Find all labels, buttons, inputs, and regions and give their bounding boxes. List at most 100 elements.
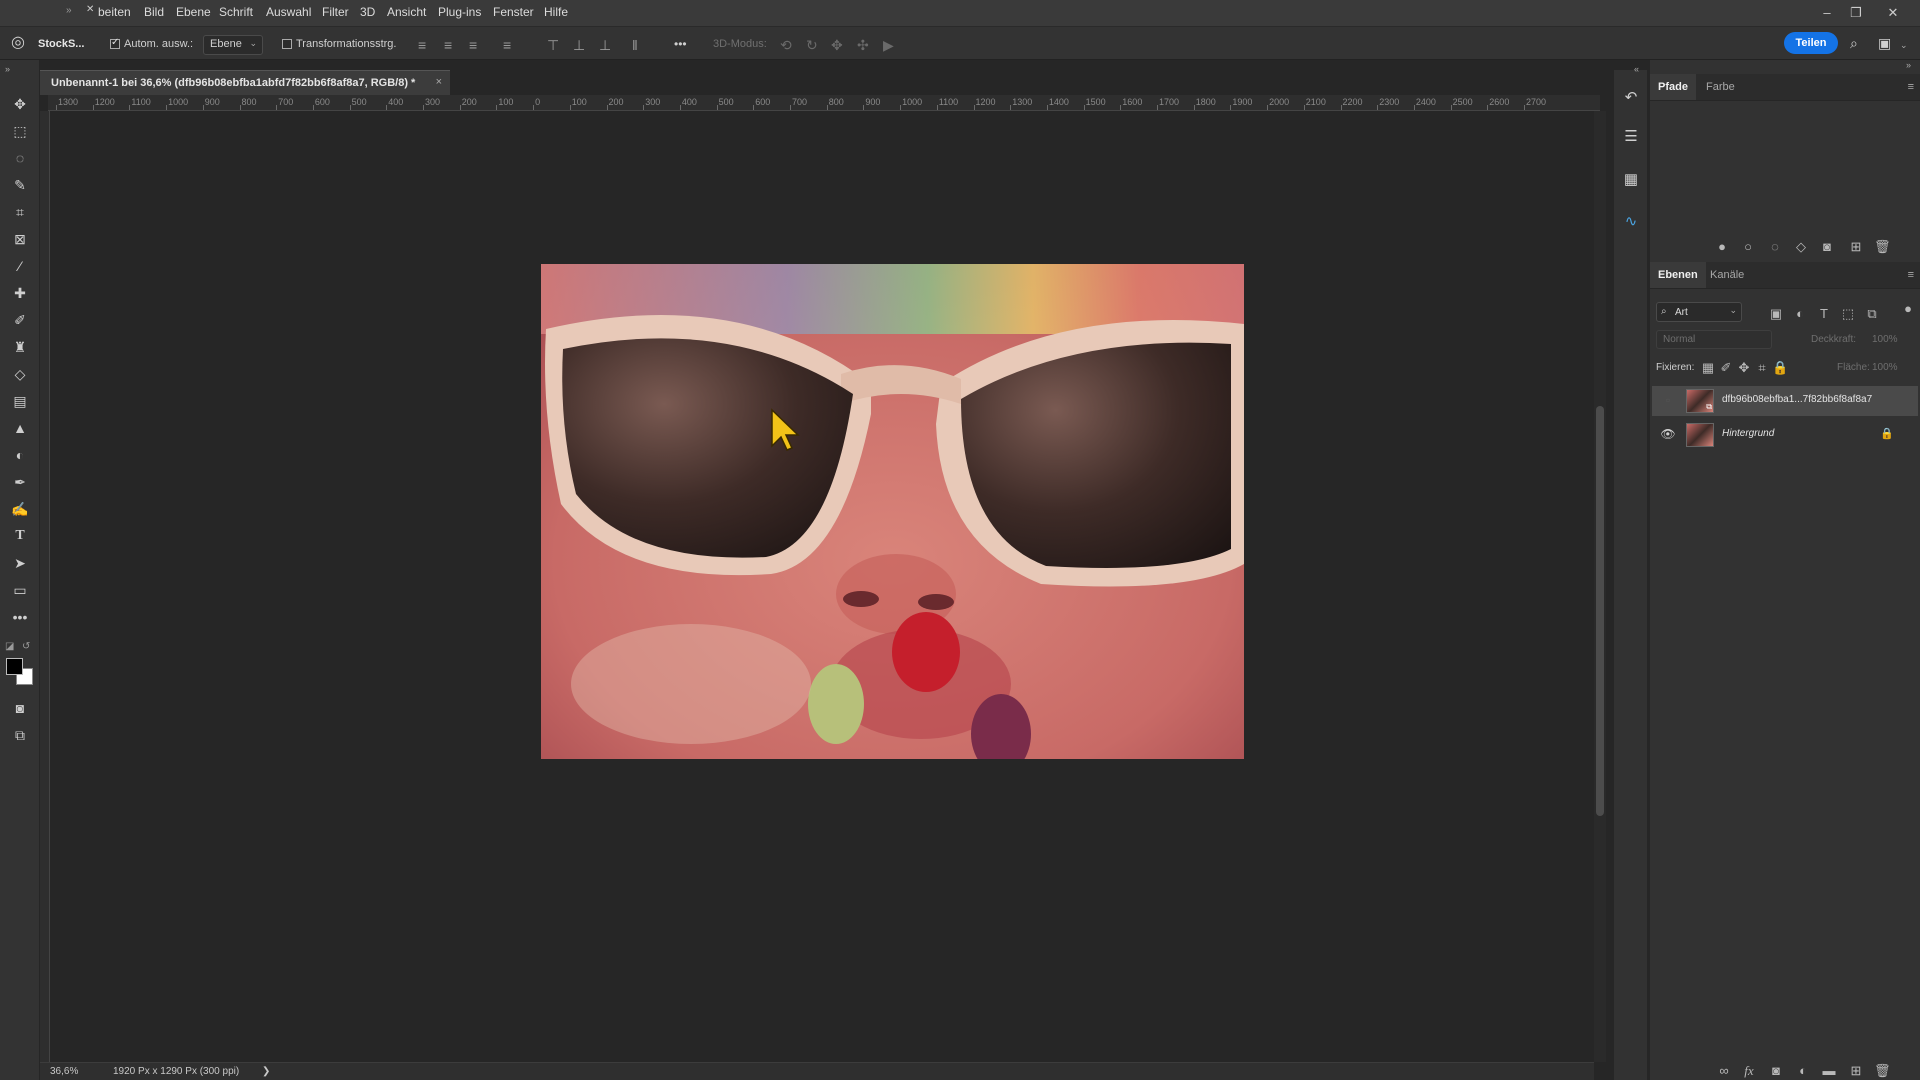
collapse-panels-icon[interactable]: « — [1634, 62, 1639, 76]
vertical-scrollbar[interactable] — [1594, 111, 1606, 1062]
properties-icon[interactable]: ▦ — [1620, 169, 1642, 191]
default-colors-icon[interactable]: ◪ — [5, 640, 14, 654]
type-tool-icon[interactable]: T — [8, 525, 32, 547]
menu-window[interactable]: Fenster — [493, 5, 534, 19]
layer-filter-dropdown[interactable]: ⌕ Art ⌄ — [1656, 302, 1742, 322]
new-adjustment-icon[interactable]: ◐ — [1795, 1064, 1811, 1077]
close-document-icon[interactable]: × — [436, 76, 442, 88]
menu-plugins[interactable]: Plug-ins — [438, 5, 481, 19]
dodge-tool-icon[interactable]: ◐ — [8, 444, 32, 466]
3d-slide-icon[interactable]: ✣ — [857, 38, 869, 52]
auto-select-target-dropdown[interactable]: Ebene ⌄ — [203, 35, 263, 55]
menu-image[interactable]: Bild — [144, 5, 164, 19]
more-tools-icon[interactable]: ••• — [8, 606, 32, 628]
menu-select[interactable]: Auswahl — [266, 5, 311, 19]
menu-layer[interactable]: Ebene — [176, 5, 211, 19]
menu-help[interactable]: Hilfe — [544, 5, 568, 19]
fill-path-icon[interactable]: ● — [1714, 240, 1730, 253]
pen-tool-icon[interactable]: ✒ — [8, 471, 32, 493]
quick-select-tool-icon[interactable]: ✎ — [8, 174, 32, 196]
tab-layers[interactable]: Ebenen — [1650, 262, 1706, 288]
delete-path-icon[interactable]: 🗑 — [1874, 240, 1891, 253]
lock-artboard-icon[interactable]: ⌗ — [1754, 361, 1770, 374]
workspace-icon[interactable]: ▣ — [1878, 36, 1891, 50]
lock-transparency-icon[interactable]: ▦ — [1700, 361, 1716, 374]
search-icon[interactable]: ⌕ — [1850, 36, 1858, 50]
new-layer-icon[interactable]: ⊞ — [1848, 1064, 1864, 1077]
new-path-icon[interactable]: ⊞ — [1848, 240, 1864, 253]
blend-mode-dropdown[interactable]: Normal — [1656, 330, 1772, 349]
zoom-level[interactable]: 36,6% — [50, 1066, 78, 1077]
new-group-icon[interactable]: ▬ — [1821, 1064, 1837, 1077]
filter-shape-icon[interactable]: ⬚ — [1840, 307, 1856, 320]
menu-type[interactable]: Schrift — [219, 5, 253, 19]
screen-mode-icon[interactable]: ⧉ — [8, 724, 32, 746]
history-icon[interactable]: ↶ — [1620, 87, 1642, 109]
close-panel-icon[interactable]: ✕ — [86, 3, 94, 17]
add-layer-mask-icon[interactable]: ◙ — [1768, 1064, 1784, 1077]
eraser-tool-icon[interactable]: ◇ — [8, 363, 32, 385]
collapse-arrows-icon[interactable]: » — [66, 4, 72, 18]
sharpen-tool-icon[interactable]: ▲ — [8, 417, 32, 439]
stamp-tool-icon[interactable]: ♜ — [8, 336, 32, 358]
more-options-button[interactable]: ••• — [674, 37, 687, 51]
swap-colors-icon[interactable]: ↺ — [22, 640, 30, 654]
distribute-vertical-icon[interactable]: ‖ — [632, 38, 638, 52]
link-layers-icon[interactable]: ∞ — [1716, 1064, 1732, 1077]
lock-pixels-icon[interactable]: ✐ — [1718, 361, 1734, 374]
3d-orbit-icon[interactable]: ⟲ — [780, 38, 792, 52]
visibility-toggle-off[interactable]: ▫ — [1660, 393, 1676, 407]
lock-all-icon[interactable]: 🔒 — [1772, 361, 1788, 374]
stroke-path-icon[interactable]: ○ — [1740, 240, 1756, 253]
app-label[interactable]: StockS... — [38, 38, 84, 50]
make-workpath-icon[interactable]: ◇ — [1793, 240, 1809, 253]
eyedropper-tool-icon[interactable]: ⁄ — [8, 255, 32, 277]
workspace-chevron-icon[interactable]: ⌄ — [1900, 38, 1908, 52]
freeform-pen-tool-icon[interactable]: ✍ — [8, 498, 32, 520]
add-mask-icon[interactable]: ◙ — [1819, 240, 1835, 253]
foreground-color-swatch[interactable] — [6, 658, 23, 675]
fill-value[interactable]: 100% — [1872, 362, 1898, 373]
filter-adjustment-icon[interactable]: ◐ — [1792, 307, 1808, 320]
share-button[interactable]: Teilen — [1784, 32, 1838, 54]
layer-style-icon[interactable]: fx — [1741, 1064, 1757, 1077]
align-middle-icon[interactable]: ⊥ — [573, 38, 585, 52]
layer-row-smart-object[interactable]: ▫ ⧉ dfb96b08ebfba1...7f82bb6f8af8a7 — [1652, 386, 1918, 416]
filter-smart-object-icon[interactable]: ⧉ — [1864, 307, 1880, 320]
align-center-icon[interactable]: ≡ — [444, 38, 452, 52]
transform-controls-checkbox[interactable] — [282, 39, 292, 49]
tab-channels[interactable]: Kanäle — [1702, 262, 1752, 288]
close-window-button[interactable]: ✕ — [1880, 2, 1906, 24]
3d-pan-icon[interactable]: ✥ — [831, 38, 843, 52]
rectangle-tool-icon[interactable]: ▭ — [8, 579, 32, 601]
minimize-button[interactable]: – — [1814, 2, 1840, 24]
path-select-tool-icon[interactable]: ➤ — [8, 552, 32, 574]
document-tab[interactable]: Unbenannt-1 bei 36,6% (dfb96b08ebfba1abf… — [40, 70, 450, 95]
menu-filter[interactable]: Filter — [322, 5, 349, 19]
3d-camera-icon[interactable]: ▶ — [883, 38, 894, 52]
filter-toggle-icon[interactable]: ● — [1900, 302, 1916, 315]
vertical-scroll-thumb[interactable] — [1596, 406, 1604, 816]
collapse-right-icon[interactable]: » — [1906, 58, 1911, 72]
eye-icon[interactable]: 👁 — [1660, 427, 1676, 441]
align-left-icon[interactable]: ≡ — [418, 38, 426, 52]
tab-paths[interactable]: Pfade — [1650, 74, 1696, 100]
document-canvas[interactable] — [541, 264, 1244, 759]
layers-panel-menu-icon[interactable]: ≡ — [1908, 269, 1914, 281]
expand-toolbar-icon[interactable]: » — [5, 62, 10, 76]
menu-3d[interactable]: 3D — [360, 5, 375, 19]
panel-menu-icon[interactable]: ≡ — [1908, 81, 1914, 93]
menu-edit[interactable]: beiten — [98, 5, 131, 19]
distribute-icon[interactable]: ≡ — [503, 38, 511, 52]
curves-icon[interactable]: ∿ — [1620, 211, 1642, 233]
healing-tool-icon[interactable]: ✚ — [8, 282, 32, 304]
3d-roll-icon[interactable]: ↻ — [806, 38, 818, 52]
align-right-icon[interactable]: ≡ — [469, 38, 477, 52]
home-icon[interactable]: ◎ — [11, 35, 25, 51]
tab-color[interactable]: Farbe — [1698, 74, 1743, 100]
delete-layer-icon[interactable]: 🗑 — [1874, 1064, 1891, 1077]
opacity-value[interactable]: 100% — [1872, 334, 1898, 345]
lock-position-icon[interactable]: ✥ — [1736, 361, 1752, 374]
lasso-tool-icon[interactable]: ◌ — [8, 147, 32, 169]
crop-tool-icon[interactable]: ⌗ — [8, 201, 32, 223]
